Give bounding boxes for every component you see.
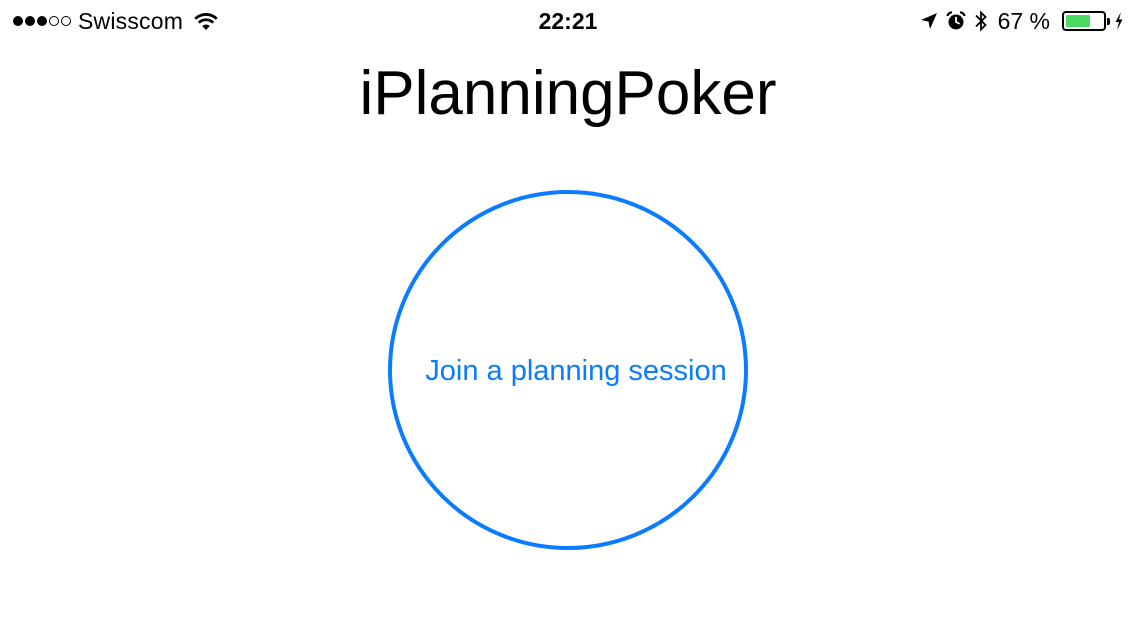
battery-percentage: 67 % xyxy=(997,7,1050,34)
bluetooth-icon xyxy=(974,9,988,33)
battery-level xyxy=(1066,15,1090,27)
status-bar-right: 67 % xyxy=(920,7,1124,35)
screen: Swisscom 22:21 67 % iPlanningPoker Join … xyxy=(0,0,1136,640)
join-session-button[interactable]: Join a planning session xyxy=(388,190,748,550)
battery-nub xyxy=(1107,18,1110,25)
battery-icon xyxy=(1062,11,1110,31)
app-title: iPlanningPoker xyxy=(359,59,777,128)
join-session-label: Join a planning session xyxy=(425,355,727,387)
charging-bolt-icon xyxy=(1114,11,1124,31)
status-time: 22:21 xyxy=(538,8,598,34)
location-arrow-icon xyxy=(920,12,938,30)
alarm-icon xyxy=(945,11,966,31)
status-bar: Swisscom 22:21 67 % xyxy=(0,0,1136,40)
